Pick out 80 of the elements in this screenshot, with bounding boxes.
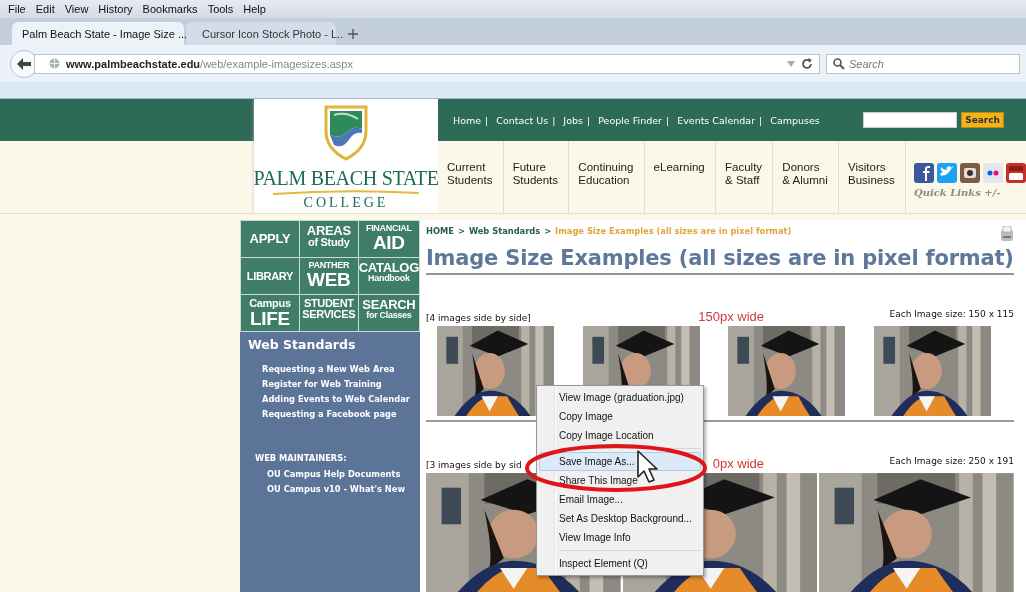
shield-icon [324, 105, 368, 161]
size-label: Each Image size: 250 x 191 [888, 456, 1014, 468]
menu-item[interactable]: Help [239, 3, 272, 15]
menu-item[interactable]: Edit [31, 3, 61, 15]
sidebar-link[interactable]: OU Campus Help Documents [267, 469, 420, 479]
width-label: 0px wide [712, 456, 764, 471]
breadcrumb-link[interactable]: Web Standards [468, 226, 541, 236]
top-link[interactable]: Home [453, 114, 482, 126]
size-label: Each Image size: 150 x 115 [888, 309, 1014, 321]
menu-item[interactable]: Email Image... [539, 490, 701, 509]
menu-item[interactable]: Share This Image [539, 471, 701, 490]
logo-panel[interactable]: PALM BEACH STATE COLLEGE [254, 99, 438, 213]
social-icon [959, 163, 980, 183]
breadcrumb-link[interactable]: HOME [426, 226, 454, 236]
sidebar-heading: Web Standards [247, 336, 357, 354]
link-divider: | [665, 114, 670, 126]
site-search-field[interactable] [863, 112, 958, 128]
sidebar-link[interactable]: Requesting a New Web Area [262, 364, 420, 374]
breadcrumb-separator: > [457, 226, 465, 236]
menu-item[interactable]: View Image (graduation.jpg) [539, 388, 701, 407]
dropdown-icon [787, 60, 795, 67]
menu-item[interactable]: Copy Image [539, 407, 701, 426]
mouse-pointer-icon [636, 449, 660, 485]
tile-link[interactable]: Campus LIFE [241, 295, 299, 331]
menu-item[interactable]: Bookmarks [138, 3, 204, 15]
search-field[interactable]: Search [826, 53, 1020, 74]
top-link[interactable]: Contact Us [496, 114, 549, 126]
social-icon [936, 163, 957, 183]
tile-link[interactable]: CATALOG Handbook [358, 258, 419, 294]
image-caption: [4 images side by side] [426, 313, 531, 323]
menu-item[interactable]: View [60, 3, 95, 15]
sidebar-link[interactable]: Register for Web Training [262, 379, 420, 389]
search-input[interactable]: Search [849, 57, 999, 70]
link-divider: | [586, 114, 591, 126]
top-link[interactable]: People Finder [598, 114, 662, 126]
image-caption: [3 images side by sid [426, 460, 522, 470]
menu-item[interactable]: View Image Info [539, 528, 701, 547]
menu-item[interactable]: Set As Desktop Background... [539, 509, 701, 528]
top-link[interactable]: Events Calendar [677, 114, 756, 126]
social-icon [982, 163, 1003, 183]
width-label: 150px wide [698, 309, 764, 324]
sidebar-link[interactable]: Requesting a Facebook page [262, 409, 420, 419]
menu-item[interactable]: Tools [203, 3, 240, 15]
link-divider: | [485, 114, 489, 126]
back-arrow-icon [17, 57, 31, 70]
url-text: www.palmbeachstate.edu/web/example-imagesizes.aspx [66, 57, 354, 70]
new-tab-icon [348, 29, 358, 39]
printer-icon [1000, 226, 1014, 242]
link-divider: | [552, 114, 556, 126]
link-divider: | [759, 114, 763, 126]
breadcrumb-current: Image Size Examples (all sizes are in pixel format) [555, 226, 792, 236]
search-icon [833, 57, 845, 70]
tile-link[interactable]: LIBRARY [241, 258, 299, 294]
social-icon [1005, 163, 1026, 183]
menu-item[interactable]: File [4, 3, 32, 15]
globe-icon [49, 58, 60, 69]
sidebar-link[interactable]: Adding Events to Web Calendar [262, 394, 420, 404]
menu-item[interactable]: Copy Image Location [539, 426, 701, 445]
top-link[interactable]: Campuses [770, 114, 820, 126]
top-link[interactable]: Jobs [563, 114, 583, 126]
breadcrumb-separator: > [544, 226, 552, 236]
tile-link[interactable]: AREAS of Study [299, 221, 358, 257]
tab-title: Cursor Icon Stock Photo - L.. [202, 27, 344, 40]
menu-item[interactable]: History [94, 3, 139, 15]
sidebar-link[interactable]: OU Campus v10 - What's New [267, 484, 420, 494]
tile-link[interactable]: PANTHER WEB [299, 258, 358, 294]
tile-link[interactable]: STUDENT SERVICES [299, 295, 358, 331]
tile-link[interactable]: FINANCIAL AID [358, 221, 419, 257]
reload-icon [801, 57, 813, 70]
sidebar-section-heading: WEB MAINTAINERS: [254, 452, 348, 465]
menu-item[interactable]: Inspect Element (Q) [539, 554, 701, 573]
social-icon [913, 163, 934, 183]
browser-tab[interactable]: Palm Beach State - Image Size ... [12, 22, 184, 45]
college-subtitle: COLLEGE [303, 195, 389, 211]
page-title: Image Size Examples (all sizes are in pixel format) [426, 246, 1014, 275]
tile-link[interactable]: SEARCH for Classes [358, 295, 419, 331]
address-bar[interactable]: www.palmbeachstate.edu/web/example-imagesizes.aspx [34, 53, 820, 74]
search-button[interactable]: Search [961, 112, 1004, 128]
college-name: PALM BEACH STATE [253, 167, 439, 190]
tile-link[interactable]: APPLY [241, 221, 299, 257]
